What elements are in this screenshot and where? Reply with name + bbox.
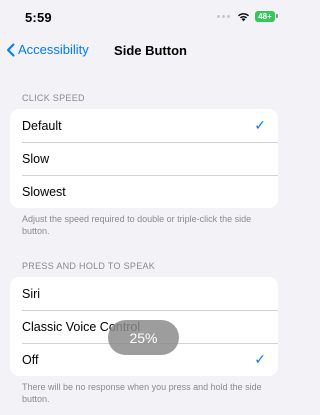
status-icons: 48+ bbox=[217, 11, 278, 22]
option-label: Siri bbox=[22, 286, 41, 301]
option-slow[interactable]: Slow bbox=[10, 142, 278, 175]
option-default[interactable]: Default ✓ bbox=[10, 109, 278, 142]
checkmark-icon: ✓ bbox=[254, 351, 266, 367]
signal-dots-icon bbox=[217, 15, 230, 18]
battery-icon: 48+ bbox=[255, 11, 278, 22]
volume-toast: 25% bbox=[108, 320, 179, 355]
click-speed-group: Default ✓ Slow Slowest bbox=[10, 109, 278, 208]
click-speed-footer: Adjust the speed required to double or t… bbox=[22, 214, 252, 236]
click-speed-header: CLICK SPEED bbox=[22, 93, 85, 103]
option-siri[interactable]: Siri bbox=[10, 277, 278, 310]
option-label: Default bbox=[22, 118, 62, 133]
status-time: 5:59 bbox=[25, 10, 52, 25]
checkmark-icon: ✓ bbox=[254, 117, 266, 133]
option-label: Slowest bbox=[22, 184, 66, 199]
navigation-bar: Accessibility Side Button bbox=[0, 34, 289, 66]
wifi-icon bbox=[238, 12, 249, 21]
status-bar: 5:59 48+ bbox=[0, 0, 289, 34]
press-hold-footer: There will be no response when you press… bbox=[22, 382, 262, 404]
option-label: Off bbox=[22, 352, 39, 367]
page-title: Side Button bbox=[114, 43, 187, 58]
option-slowest[interactable]: Slowest bbox=[10, 175, 278, 208]
option-label: Slow bbox=[22, 151, 50, 166]
press-hold-header: PRESS AND HOLD TO SPEAK bbox=[22, 261, 156, 271]
